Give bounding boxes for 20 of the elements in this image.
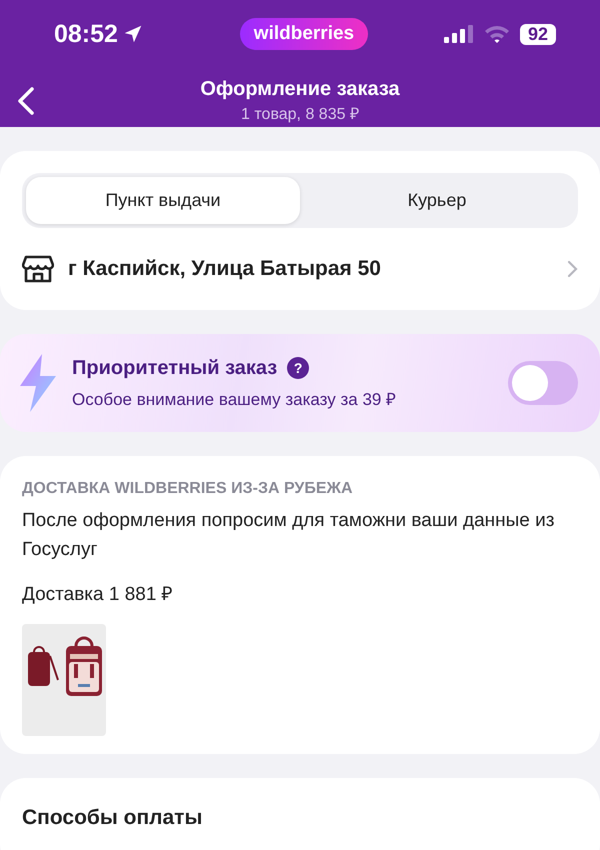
priority-title: Приоритетный заказ — [72, 356, 278, 380]
delivery-tab[interactable]: Курьер — [300, 177, 574, 224]
delivery-cost: Доставка 1 881 ₽ — [22, 583, 173, 606]
store-icon — [22, 254, 54, 284]
priority-description: Особое внимание вашему заказу за 39 ₽ — [72, 388, 398, 410]
wifi-icon — [484, 24, 510, 44]
help-button[interactable]: ? — [287, 357, 310, 379]
status-time: 08:52 — [54, 20, 118, 48]
battery-indicator: 92 — [520, 24, 556, 44]
payment-heading: Способы оплаты — [22, 806, 204, 830]
chevron-right-icon — [566, 260, 578, 278]
section-heading: ДОСТАВКА WILDBERRIES ИЗ-ЗА РУБЕЖА — [22, 480, 353, 498]
priority-toggle[interactable] — [508, 361, 578, 405]
page-title: Оформление заказа — [200, 78, 400, 101]
signal-icon — [444, 25, 474, 43]
pickup-address[interactable]: г Каспийск, Улица Батырая 50 — [68, 257, 552, 281]
order-summary: 1 товар, 8 835 ₽ — [240, 105, 360, 124]
delivery-tab[interactable]: Пункт выдачи — [26, 177, 300, 224]
brand-logo: wildberries — [240, 18, 368, 50]
customs-note: После оформления попросим для таможни ваши данные из Госуслуг — [22, 509, 556, 562]
